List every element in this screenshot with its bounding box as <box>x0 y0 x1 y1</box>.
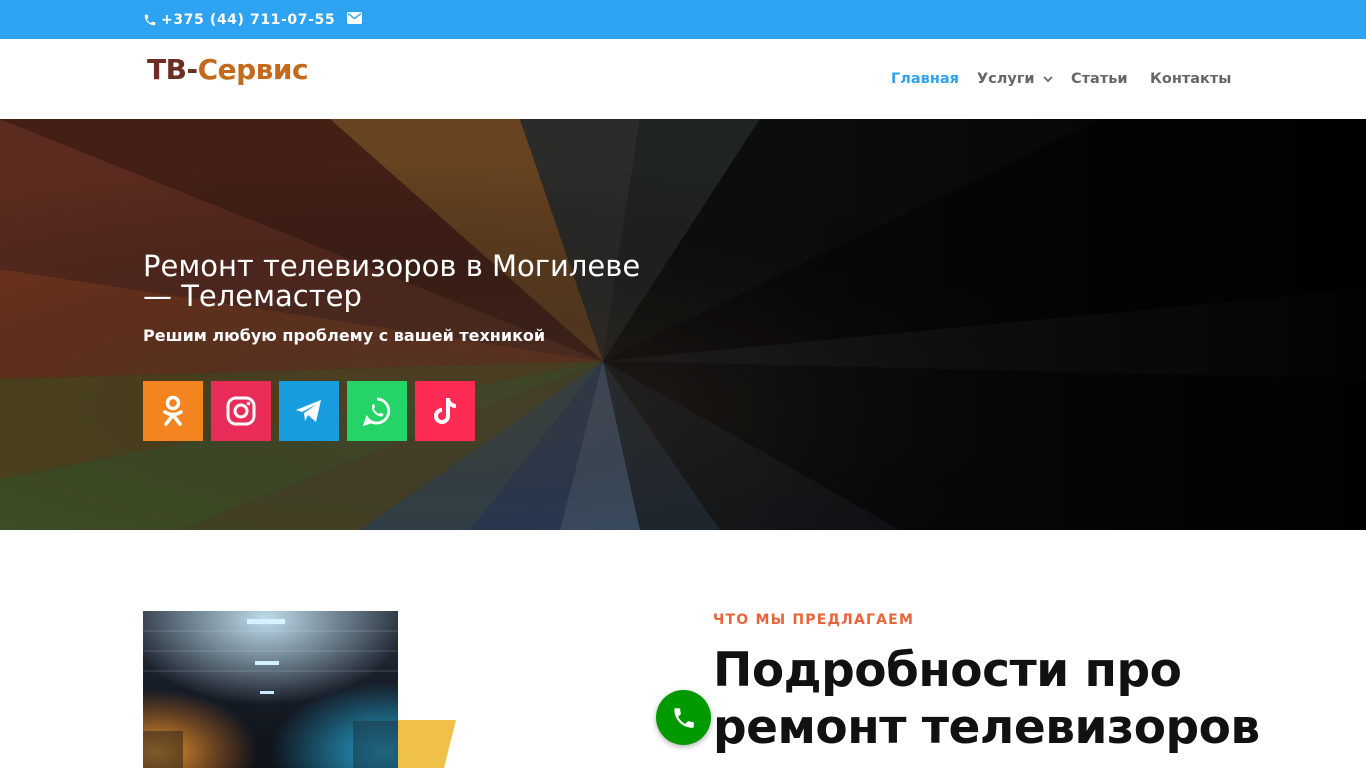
nav-label: Статьи <box>1071 71 1128 87</box>
chevron-down-icon <box>1042 75 1053 82</box>
whatsapp-icon <box>362 397 391 426</box>
nav-label: Контакты <box>1150 71 1232 87</box>
decorative-shape <box>392 720 456 768</box>
tiktok-icon <box>434 398 456 424</box>
workshop-photo <box>143 611 398 768</box>
nav-item-contacts[interactable]: Контакты <box>1150 69 1231 89</box>
telegram-icon <box>296 400 321 422</box>
phone-icon <box>673 707 694 728</box>
section-kicker: ЧТО МЫ ПРЕДЛАГАЕМ <box>713 612 915 628</box>
nav-item-home[interactable]: Главная <box>891 69 959 89</box>
nav-item-articles[interactable]: Статьи <box>1071 69 1128 89</box>
call-button[interactable] <box>656 690 711 745</box>
tiktok-button[interactable] <box>415 381 475 441</box>
section-title: Подробности про ремонт телевизоров <box>713 643 1260 755</box>
whatsapp-button[interactable] <box>347 381 407 441</box>
hero-background-image <box>0 119 1366 530</box>
top-bar: +375 (44) 711-07-55 <box>0 0 1366 39</box>
telegram-button[interactable] <box>279 381 339 441</box>
nav-item-services[interactable]: Услуги <box>977 69 1053 89</box>
mail-icon[interactable] <box>347 12 362 24</box>
odnoklassniki-icon <box>163 395 183 426</box>
odnoklassniki-button[interactable] <box>143 381 203 441</box>
hero-section: Ремонт телевизоров в Могилеве — Телемаст… <box>0 119 1366 530</box>
nav-label: Главная <box>891 71 959 87</box>
site-header: ТВ-Сервис Главная Услуги Статьи Контакты <box>0 39 1366 119</box>
phone-icon <box>144 14 156 26</box>
instagram-button[interactable] <box>211 381 271 441</box>
logo-part-2: Сервис <box>197 53 309 86</box>
logo-part-1: ТВ- <box>147 53 198 86</box>
site-logo[interactable]: ТВ-Сервис <box>147 53 309 86</box>
phone-link[interactable]: +375 (44) 711-07-55 <box>143 10 335 30</box>
instagram-icon <box>226 396 256 426</box>
nav-label: Услуги <box>977 71 1035 87</box>
hero-title: Ремонт телевизоров в Могилеве — Телемаст… <box>143 249 641 313</box>
phone-number: +375 (44) 711-07-55 <box>161 12 336 28</box>
hero-subtitle: Решим любую проблему с вашей техникой <box>143 326 546 345</box>
